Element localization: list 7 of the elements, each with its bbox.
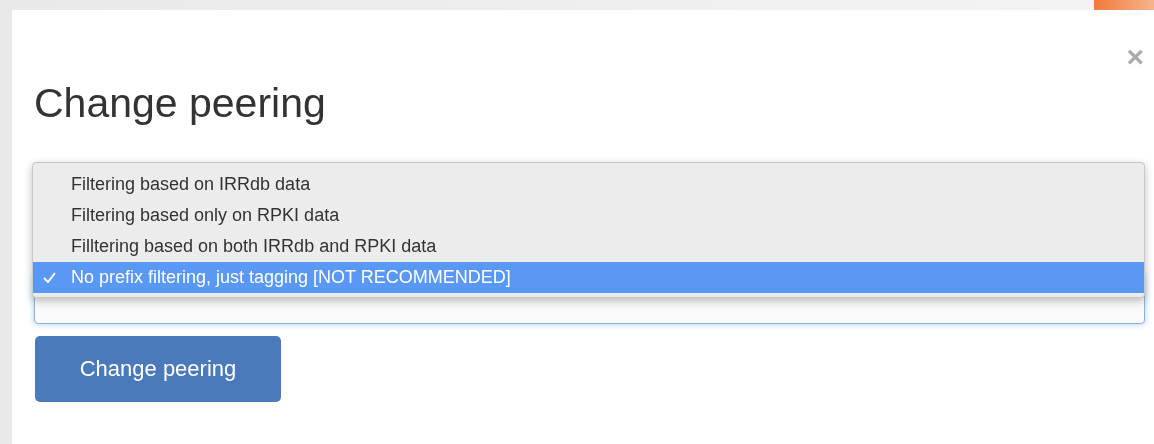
dropdown-option[interactable]: Filltering based on both IRRdb and RPKI data [33, 231, 1144, 262]
check-icon [43, 272, 56, 283]
dialog-title: Change peering [34, 80, 326, 127]
change-peering-button[interactable]: Change peering [35, 336, 281, 402]
header-stripe [1094, 0, 1154, 10]
dropdown-option[interactable]: Filtering based only on RPKI data [33, 200, 1144, 231]
dropdown-option[interactable]: Filtering based on IRRdb data [33, 169, 1144, 200]
